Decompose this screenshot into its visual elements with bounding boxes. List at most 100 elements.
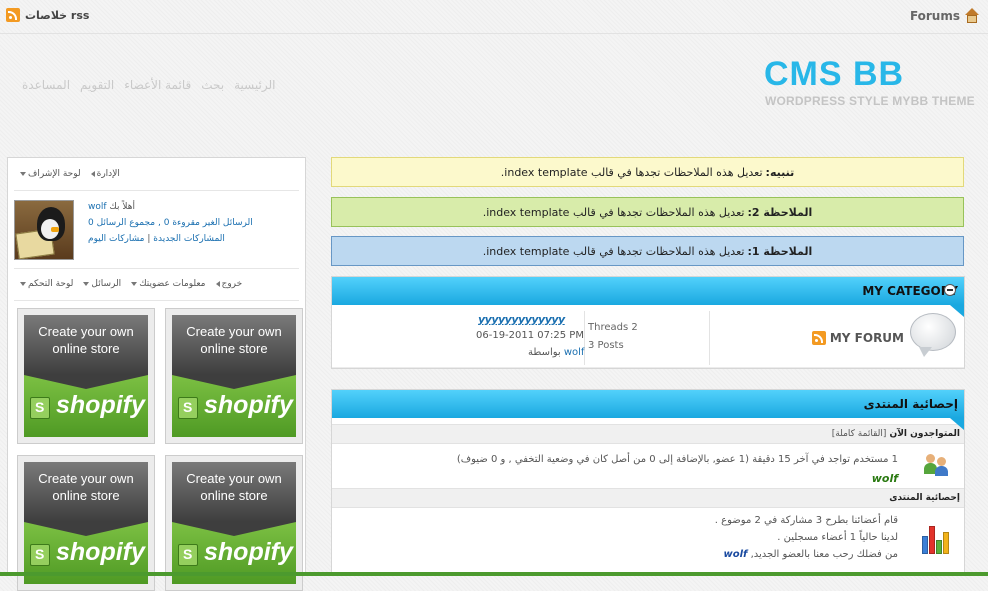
shopify-bag-icon bbox=[30, 544, 50, 566]
notice-2-label: الملاحظة 2: bbox=[747, 205, 813, 219]
last-post-by-label: بواسطة bbox=[528, 347, 561, 358]
column-divider bbox=[709, 311, 710, 365]
todays-posts-link[interactable]: مشاركات اليوم bbox=[88, 234, 144, 244]
newest-member-prefix: من فضلك رحب معنا بالعضو الجديد, bbox=[750, 549, 898, 560]
forum-bubble-icon bbox=[910, 313, 956, 357]
users-icon bbox=[924, 454, 950, 476]
ad-headline: Create your own online store bbox=[24, 315, 148, 375]
username-link[interactable]: wolf bbox=[88, 202, 107, 212]
posts-links: المشاركات الجديدة | مشاركات اليوم bbox=[88, 234, 225, 244]
bottom-accent-line bbox=[0, 572, 988, 576]
ad-headline: Create your own online store bbox=[172, 462, 296, 522]
shopify-ad[interactable]: Create your ownonline store shopify bbox=[165, 308, 303, 444]
rss-feed-label[interactable]: خلاصات rss bbox=[25, 9, 89, 22]
divider bbox=[14, 268, 299, 269]
rss-icon bbox=[6, 8, 20, 22]
forums-home-label[interactable]: Forums bbox=[910, 9, 960, 23]
notice-1-label: الملاحظة 1: bbox=[747, 244, 813, 258]
newest-member-link[interactable]: wolf bbox=[724, 549, 748, 560]
stats-header: إحصائية المنتدى bbox=[332, 390, 964, 430]
profile-info-item[interactable]: معلومات عضويتك bbox=[131, 279, 206, 289]
online-now-header: [القائمة كاملة] المتواجدون الآن bbox=[332, 424, 964, 444]
pm-summary[interactable]: الرسائل الغير مقروءة 0 , مجموع الرسائل 0 bbox=[88, 218, 253, 228]
expand-icon[interactable] bbox=[944, 284, 956, 296]
ad-brand: shopify bbox=[56, 391, 145, 419]
bar-chart-icon bbox=[920, 524, 950, 554]
logout-label[interactable]: خروج bbox=[222, 279, 243, 289]
mod-menu-item[interactable]: لوحة الإشراف bbox=[20, 169, 81, 179]
rss-feed-link[interactable]: خلاصات rss bbox=[6, 8, 89, 22]
last-post-author: بواسطة wolf bbox=[528, 347, 584, 358]
notice-2-text: تعديل هذه الملاحظات تجدها في قالب index … bbox=[482, 205, 745, 219]
nav-help[interactable]: المساعدة bbox=[22, 78, 70, 92]
divider bbox=[14, 190, 299, 191]
user-cp-item[interactable]: لوحة التحكم bbox=[20, 279, 73, 289]
nav-search[interactable]: بحث bbox=[201, 78, 224, 92]
notice-1-text: تعديل هذه الملاحظات تجدها في قالب index … bbox=[482, 244, 745, 258]
online-now-label: المتواجدون الآن bbox=[889, 429, 960, 439]
board-stats-row: قام أعضائنا بطرح 3 مشاركة في 2 موضوع . ل… bbox=[332, 508, 964, 572]
shopify-bag-icon bbox=[178, 544, 198, 566]
admin-cp-label[interactable]: الإدارة bbox=[97, 169, 120, 179]
stats-tab-marker bbox=[950, 418, 964, 430]
main-navigation: الرئيسية بحث قائمة الأعضاء التقويم المسا… bbox=[22, 78, 275, 92]
sidebar: الإدارة لوحة الإشراف أهلاً بك wolf الرسا… bbox=[7, 157, 306, 591]
category-header: MY CATEGORY bbox=[332, 277, 964, 317]
stats-posts-threads: قام أعضائنا بطرح 3 مشاركة في 2 موضوع . bbox=[714, 515, 898, 526]
forum-posts-count: 3 Posts bbox=[588, 340, 624, 351]
pm-summary-link[interactable]: الرسائل الغير مقروءة 0 , مجموع الرسائل 0 bbox=[88, 218, 253, 228]
stats-members: لدينا حالياً 1 أعضاء مسجلين . bbox=[777, 532, 898, 543]
stats-newest-member: من فضلك رحب معنا بالعضو الجديد, wolf bbox=[724, 549, 899, 560]
ad-brand: shopify bbox=[204, 538, 293, 566]
board-stats-label: إحصائية المنتدى bbox=[889, 493, 960, 503]
last-post-user-link[interactable]: wolf bbox=[564, 347, 585, 358]
shopify-ad[interactable]: Create your ownonline store shopify bbox=[17, 308, 155, 444]
arrow-left-icon bbox=[90, 171, 95, 177]
notice-2: الملاحظة 2: تعديل هذه الملاحظات تجدها في… bbox=[331, 197, 964, 227]
last-post-date: 06-19-2011 07:25 PM bbox=[476, 330, 584, 341]
new-posts-link[interactable]: المشاركات الجديدة bbox=[153, 234, 225, 244]
site-logo[interactable]: CMS BB bbox=[764, 55, 904, 94]
nav-home[interactable]: الرئيسية bbox=[234, 78, 275, 92]
admin-menu: الإدارة لوحة الإشراف bbox=[20, 169, 120, 179]
notice-alert: تنبيه: تعديل هذه الملاحظات تجدها في قالب… bbox=[331, 157, 964, 187]
shopify-bag-icon bbox=[30, 397, 50, 419]
messages-label[interactable]: الرسائل bbox=[91, 279, 121, 289]
forum-link[interactable]: MY FORUM bbox=[811, 331, 904, 345]
forum-name-label[interactable]: MY FORUM bbox=[830, 331, 904, 345]
nav-calendar[interactable]: التقويم bbox=[80, 78, 114, 92]
home-icon bbox=[964, 8, 980, 24]
profile-info-label[interactable]: معلومات عضويتك bbox=[139, 279, 205, 289]
forum-rss-icon[interactable] bbox=[811, 331, 826, 345]
category-box: MY CATEGORY MY FORUM Threads 2 3 Posts y… bbox=[331, 276, 965, 369]
forums-home-link[interactable]: Forums bbox=[910, 8, 980, 24]
last-post-title-link[interactable]: yyyyyyyyyyyyy bbox=[478, 313, 565, 326]
admin-menu-item[interactable]: الإدارة bbox=[90, 169, 120, 179]
online-full-list-link[interactable]: [القائمة كاملة] bbox=[832, 429, 887, 439]
avatar[interactable] bbox=[14, 200, 74, 260]
mod-cp-label[interactable]: لوحة الإشراف bbox=[28, 169, 81, 179]
notice-1: الملاحظة 1: تعديل هذه الملاحظات تجدها في… bbox=[331, 236, 964, 266]
board-stats-header: إحصائية المنتدى bbox=[332, 488, 964, 508]
welcome-line: أهلاً بك wolf bbox=[88, 202, 135, 212]
online-user-link[interactable]: wolf bbox=[872, 472, 898, 485]
messages-item[interactable]: الرسائل bbox=[83, 279, 121, 289]
ad-brand: shopify bbox=[204, 391, 293, 419]
top-bar bbox=[0, 0, 988, 34]
site-tagline: WORDPRESS STYLE MYBB THEME bbox=[765, 94, 975, 108]
user-cp-label[interactable]: لوحة التحكم bbox=[28, 279, 73, 289]
ad-brand: shopify bbox=[56, 538, 145, 566]
shopify-ad[interactable]: Create your ownonline store shopify bbox=[17, 455, 155, 591]
arrow-left-icon bbox=[215, 281, 220, 287]
user-menu: خروج معلومات عضويتك الرسائل لوحة التحكم bbox=[20, 279, 242, 289]
chevron-down-icon bbox=[20, 282, 26, 286]
forum-threads-count: Threads 2 bbox=[588, 322, 638, 333]
logout-item[interactable]: خروج bbox=[215, 279, 243, 289]
notice-alert-text: تعديل هذه الملاحظات تجدها في قالب index … bbox=[500, 165, 763, 179]
nav-member-list[interactable]: قائمة الأعضاء bbox=[124, 78, 191, 92]
forum-stats-box: إحصائية المنتدى [القائمة كاملة] المتواجد… bbox=[331, 389, 965, 576]
stats-title: إحصائية المنتدى bbox=[863, 397, 958, 411]
shopify-ad[interactable]: Create your ownonline store shopify bbox=[165, 455, 303, 591]
notice-alert-label: تنبيه: bbox=[765, 165, 795, 179]
online-users-row: 1 مستخدم تواجد في آخر 15 دقيقة (1 عضو, ب… bbox=[332, 444, 964, 488]
